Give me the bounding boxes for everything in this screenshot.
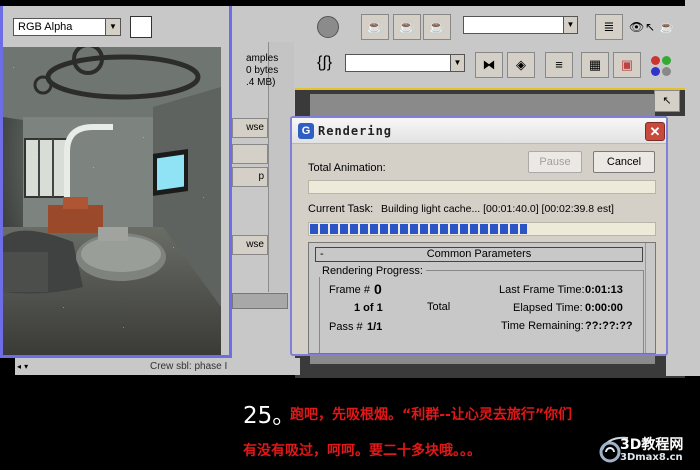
align-icon[interactable]: ◈ bbox=[507, 52, 535, 78]
time-remaining-value: ??:??:?? bbox=[585, 320, 633, 332]
channel-select[interactable]: RGB Alpha ▼ bbox=[13, 18, 121, 36]
step-number: 25。 bbox=[243, 403, 296, 429]
side-separator bbox=[232, 293, 288, 309]
time-remaining-label: Time Remaining: bbox=[501, 320, 584, 332]
arrow-down-icon[interactable]: ▾ bbox=[24, 362, 28, 371]
arrow-left-icon[interactable]: ◂ bbox=[17, 362, 21, 371]
browse-button-2[interactable]: wse bbox=[232, 235, 268, 255]
layer-manager-icon[interactable]: ≡ bbox=[545, 52, 573, 78]
curly-brace-icon[interactable]: {∫} bbox=[317, 54, 332, 72]
status-bar: Crew sbl: phase I bbox=[15, 358, 300, 375]
current-task-progress-fill bbox=[310, 224, 527, 234]
teapot-icon[interactable]: ☕ bbox=[659, 20, 674, 34]
total-label: Total bbox=[427, 301, 451, 313]
last-frame-time-value: 0:01:13 bbox=[585, 284, 623, 296]
schematic-view-icon[interactable]: ▣ bbox=[613, 52, 641, 78]
last-frame-time-label: Last Frame Time: bbox=[499, 284, 585, 296]
memory-text-2: 0 bytes bbox=[246, 65, 279, 76]
frame-value: 0 bbox=[374, 281, 382, 297]
render-app-icon: G bbox=[298, 123, 314, 139]
channel-select-value: RGB Alpha bbox=[18, 21, 73, 33]
pass-value: 1/1 bbox=[367, 321, 383, 333]
named-selection-dropdown[interactable]: ▼ bbox=[463, 16, 578, 34]
cancel-button[interactable]: Cancel bbox=[593, 151, 655, 173]
panel-scrollbar[interactable] bbox=[645, 243, 655, 353]
common-parameters-panel: - Common Parameters Rendering Progress: … bbox=[308, 242, 656, 354]
material-editor-icon[interactable] bbox=[651, 56, 673, 78]
current-task-label: Current Task: bbox=[308, 203, 374, 215]
collapse-icon: - bbox=[320, 248, 324, 260]
caption-line-1: 跑吧，先吸根烟。“利群--让心灵去旅行”你们 bbox=[290, 407, 573, 423]
dialog-title: Rendering bbox=[318, 124, 393, 138]
mirror-icon[interactable]: ⧓ bbox=[475, 52, 503, 78]
render-preset-a-icon[interactable]: ☕ bbox=[361, 14, 389, 40]
frame-count: 1 of 1 bbox=[354, 302, 383, 314]
pause-button[interactable]: Pause bbox=[528, 151, 582, 173]
side-button-blank[interactable] bbox=[232, 144, 268, 164]
curve-editor-icon[interactable]: ▦ bbox=[581, 52, 609, 78]
render-preset-b-icon[interactable]: ☕ bbox=[393, 14, 421, 40]
pass-label: Pass # bbox=[329, 321, 363, 333]
setup-button[interactable]: p bbox=[232, 167, 268, 187]
keyboard-shortcut-dropdown[interactable]: ▼ bbox=[345, 54, 465, 72]
common-parameters-label: Common Parameters bbox=[426, 248, 532, 260]
caption-line-2: 有没有吸过，呵呵。要二十多块哦。。。 bbox=[243, 443, 481, 459]
elapsed-time-label: Elapsed Time: bbox=[513, 302, 583, 314]
rendering-progress-label: Rendering Progress: bbox=[319, 265, 426, 277]
elapsed-time-value: 0:00:00 bbox=[585, 302, 623, 314]
status-bar-text: Crew sbl: phase I bbox=[150, 361, 228, 372]
total-animation-progress bbox=[308, 180, 656, 194]
browse-button-1[interactable]: wse bbox=[232, 118, 268, 138]
current-task-progress bbox=[308, 222, 656, 236]
cursor-icon[interactable]: ↖ bbox=[645, 20, 655, 34]
dialog-titlebar[interactable]: G Rendering ✕ bbox=[292, 118, 666, 144]
command-panel bbox=[666, 116, 700, 376]
chevron-down-icon: ▼ bbox=[105, 19, 120, 35]
watermark-url: 3Dmax8.cn bbox=[620, 452, 683, 463]
rendering-dialog: G Rendering ✕ Total Animation: Pause Can… bbox=[290, 116, 668, 356]
rendered-image bbox=[3, 47, 221, 355]
main-toolbar-row-1: ☕ ☕ ☕ ▼ ≣ 👁 ↖ ☕ bbox=[295, 6, 685, 46]
frame-label: Frame # bbox=[329, 284, 370, 296]
current-task-value: Building light cache... [00:01:40.0] [00… bbox=[381, 203, 614, 215]
memory-text-1: amples bbox=[246, 53, 279, 64]
top-black-strip bbox=[0, 0, 685, 6]
render-preset-c-icon[interactable]: ☕ bbox=[423, 14, 451, 40]
frame-buffer-window: RGB Alpha ▼ bbox=[0, 0, 232, 358]
total-animation-label: Total Animation: bbox=[308, 162, 386, 174]
common-parameters-rollout[interactable]: - Common Parameters bbox=[315, 247, 643, 262]
status-scroll-arrows[interactable]: ◂ ▾ bbox=[17, 360, 41, 372]
select-object-icon[interactable]: ↖ bbox=[654, 90, 680, 112]
layers-icon[interactable]: ≣ bbox=[595, 14, 623, 40]
color-swatch[interactable] bbox=[130, 16, 152, 38]
record-button[interactable] bbox=[317, 16, 339, 38]
visibility-eye-icon[interactable]: 👁 bbox=[629, 20, 644, 34]
close-icon: ✕ bbox=[649, 124, 661, 139]
watermark-title: 3D教程网 bbox=[620, 437, 684, 453]
rendered-room-image bbox=[3, 47, 221, 355]
main-toolbar-row-2: {∫} ▼ ⧓ ◈ ≡ ▦ ▣ bbox=[295, 48, 685, 88]
close-button[interactable]: ✕ bbox=[645, 122, 665, 141]
memory-text-3: .4 MB) bbox=[246, 77, 276, 88]
